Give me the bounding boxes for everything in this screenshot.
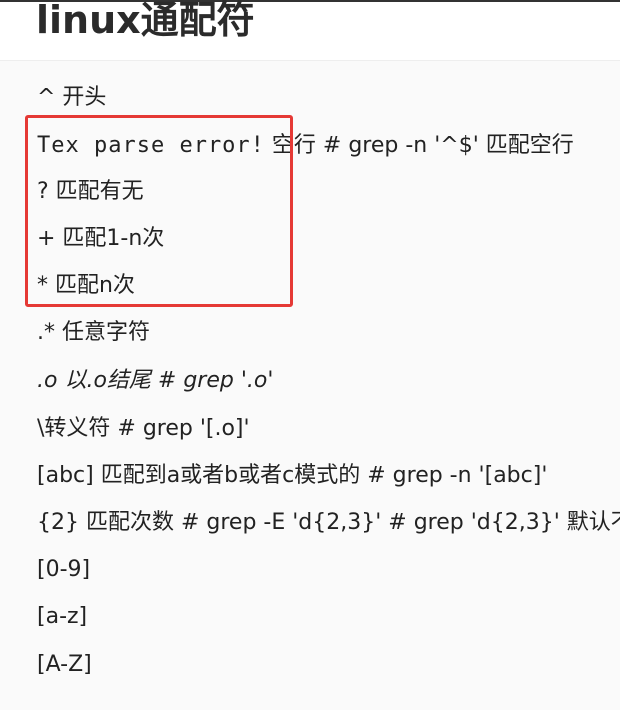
page-header: linux通配符 bbox=[0, 0, 620, 60]
line-ends-with-o: .o 以.o结尾 # grep '.o' bbox=[37, 368, 274, 393]
blank-line-grep: 空行 # grep -n '^$' 匹配空行 bbox=[264, 133, 574, 158]
line-escape: \转义符 # grep '[.o]' bbox=[37, 416, 250, 441]
line-uppercase-range: [A-Z] bbox=[37, 652, 92, 677]
line-lowercase-range: [a-z] bbox=[37, 604, 88, 629]
bottom-edge bbox=[0, 710, 620, 716]
page-title: linux通配符 bbox=[36, 0, 255, 42]
line-caret-start: ^ 开头 bbox=[37, 85, 107, 110]
line-dot-asterisk: .* 任意字符 bbox=[37, 320, 150, 345]
highlight-annotation-box bbox=[25, 115, 293, 307]
line-repeat-count: {2} 匹配次数 # grep -E 'd{2,3}' # grep 'd{2,… bbox=[37, 510, 620, 535]
line-abc-match: [abc] 匹配到a或者b或者c模式的 # grep -n '[abc]' bbox=[37, 463, 548, 488]
document-page: linux通配符 ^ 开头 Tex parse error! 空行 # grep… bbox=[0, 0, 620, 716]
line-digit-range: [0-9] bbox=[37, 557, 91, 582]
